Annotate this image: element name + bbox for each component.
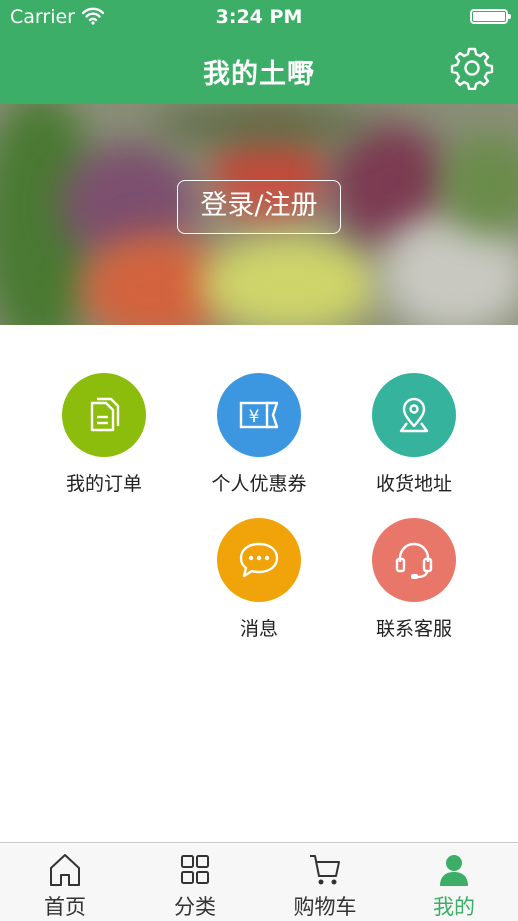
tab-category[interactable]: 分类 (130, 843, 260, 921)
menu-icon-circle (217, 518, 301, 602)
tab-label: 分类 (174, 895, 216, 919)
menu-label: 联系客服 (375, 618, 452, 640)
tab-home[interactable]: 首页 (0, 843, 130, 921)
orders-icon (90, 397, 120, 432)
headset-icon (395, 542, 433, 579)
menu-icon-circle: ¥ (217, 373, 301, 457)
menu-item-messages[interactable]: 消息 (184, 518, 334, 641)
tab-bar: 首页 分类 购物车 我的 (0, 842, 518, 921)
tab-label: 首页 (44, 895, 86, 919)
location-icon (399, 397, 429, 433)
tab-cart[interactable]: 购物车 (260, 843, 390, 921)
person-icon (440, 855, 468, 886)
status-bar: Carrier 3:24 PM (0, 0, 518, 34)
menu-label: 消息 (239, 618, 278, 640)
menu-label: 我的订单 (65, 473, 142, 495)
message-icon (239, 542, 279, 578)
navigation-bar: 我的土嘢 (0, 34, 518, 104)
menu-label: 个人优惠券 (211, 473, 307, 495)
menu-item-customer-service[interactable]: 联系客服 (339, 518, 489, 641)
profile-banner: 登录/注册 (0, 104, 518, 325)
tab-label: 购物车 (293, 895, 357, 919)
menu-icon-circle (372, 518, 456, 602)
status-time: 3:24 PM (215, 6, 303, 28)
svg-text:¥: ¥ (249, 407, 260, 427)
menu-label: 收货地址 (375, 473, 452, 495)
tab-mine[interactable]: 我的 (389, 843, 518, 921)
login-register-button[interactable]: 登录/注册 (177, 180, 341, 234)
tab-label: 我的 (433, 895, 475, 919)
menu-item-orders[interactable]: 我的订单 (29, 373, 179, 496)
home-icon (50, 854, 80, 886)
menu-icon-circle (62, 373, 146, 457)
grid-icon (181, 855, 209, 884)
coupon-icon: ¥ (239, 401, 279, 429)
menu-icon-circle (372, 373, 456, 457)
menu-item-address[interactable]: 收货地址 (339, 373, 489, 496)
page-title: 我的土嘢 (203, 59, 315, 90)
battery-icon (470, 9, 511, 24)
menu-item-coupons[interactable]: ¥ 个人优惠券 (184, 373, 334, 496)
gear-icon[interactable] (450, 46, 494, 90)
cart-icon (310, 855, 340, 885)
